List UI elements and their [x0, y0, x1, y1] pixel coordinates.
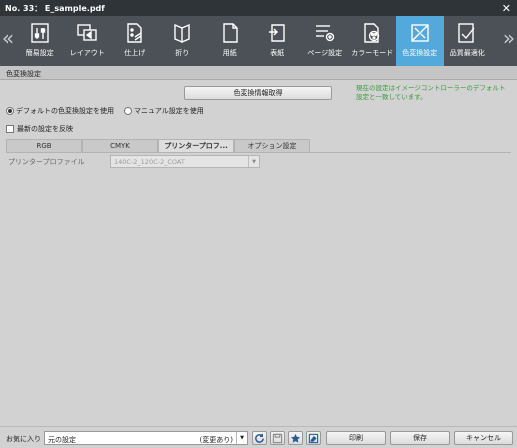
toolbar-item-cover[interactable]: 表紙 — [254, 16, 302, 66]
toolbar-item-label: 色変換設定 — [402, 49, 438, 57]
chevron-down-icon: ▼ — [236, 432, 247, 444]
chevron-down-icon: ▼ — [248, 156, 259, 167]
toolbar-item-color-conversion[interactable]: 色変換設定 — [396, 16, 444, 66]
save-favorite-button[interactable] — [270, 431, 285, 445]
toolbar-item-label: 折り — [175, 49, 190, 57]
save-button[interactable]: 保存 — [390, 431, 450, 445]
paper-icon — [223, 23, 238, 43]
toolbar-item-simple-settings[interactable]: 簡易設定 — [16, 16, 64, 66]
get-color-info-button[interactable]: 色変換情報取得 — [184, 86, 332, 100]
toolbar-item-fold[interactable]: 折り — [159, 16, 207, 66]
title-bar: No. 33： E_sample.pdf ✕ — [0, 0, 517, 16]
footer-bar: お気に入り 元の設定 (変更あり) ▼ 印刷 保存 キャンセル — [0, 426, 517, 448]
cover-icon — [269, 24, 285, 42]
scroll-right-arrow-icon[interactable]: » — [501, 16, 517, 66]
checkbox-apply-latest[interactable]: 最新の設定を反映 — [6, 124, 73, 134]
tab-option-settings[interactable]: オプション設定 — [234, 139, 310, 152]
window-title: No. 33： E_sample.pdf — [5, 3, 105, 13]
radio-label: デフォルトの色変換設定を使用 — [16, 107, 114, 115]
color-conversion-icon — [411, 24, 429, 42]
toolbar-item-label: 用紙 — [222, 49, 237, 57]
finishing-icon — [127, 23, 142, 43]
toolbar-item-label: 品質最適化 — [449, 49, 485, 57]
toolbar-item-label: 簡易設定 — [25, 49, 54, 57]
color-mode-icon — [364, 23, 380, 43]
toolbar-item-label: ページ設定 — [307, 49, 343, 57]
edit-favorite-button[interactable] — [306, 431, 321, 445]
status-message: 現在の設定はイメージコントローラーのデフォルト設定と一致しています。 — [356, 84, 506, 101]
print-button[interactable]: 印刷 — [326, 431, 386, 445]
toolbar-item-paper[interactable]: 用紙 — [206, 16, 254, 66]
favorite-star-button[interactable] — [288, 431, 303, 445]
radio-label: マニュアル設定を使用 — [134, 107, 204, 115]
radio-button[interactable] — [6, 107, 14, 115]
toolbar-item-quality-optimize[interactable]: 品質最適化 — [444, 16, 492, 66]
toolbar-item-color-mode[interactable]: カラーモード — [349, 16, 397, 66]
layout-icon — [77, 24, 97, 41]
star-icon — [290, 433, 301, 443]
cancel-button[interactable]: キャンセル — [454, 431, 513, 445]
edit-list-icon — [308, 433, 319, 443]
close-icon[interactable]: ✕ — [502, 3, 511, 14]
tab-printer-profile[interactable]: プリンタープロフ... — [158, 139, 234, 152]
toolbar-item-label: レイアウト — [69, 49, 105, 57]
favorites-label: お気に入り — [6, 435, 41, 443]
toolbar-item-label: 仕上げ — [124, 49, 146, 57]
favorites-select[interactable]: 元の設定 (変更あり) ▼ — [44, 431, 248, 445]
tab-cmyk[interactable]: CMYK — [82, 139, 158, 152]
toolbar-item-page-settings[interactable]: ページ設定 — [301, 16, 349, 66]
tab-divider — [6, 152, 511, 153]
refresh-button[interactable] — [252, 431, 267, 445]
toolbar-item-finishing[interactable]: 仕上げ — [111, 16, 159, 66]
printer-profile-value: 140C-2_120C-2_COAT — [114, 158, 185, 166]
radio-manual-settings[interactable]: マニュアル設定を使用 — [124, 106, 204, 116]
favorites-status: (変更あり) — [199, 436, 233, 444]
settings-toolbar: « 簡易設定 レイアウト 仕上げ 折り 用紙 表紙 ページ設定 カラーモード 色… — [0, 16, 517, 66]
radio-button[interactable] — [124, 107, 132, 115]
fold-icon — [174, 23, 190, 44]
tab-rgb[interactable]: RGB — [6, 139, 82, 152]
checkbox-box[interactable] — [6, 125, 14, 133]
scroll-left-arrow-icon[interactable]: « — [0, 16, 16, 66]
toolbar-item-label: カラーモード — [351, 49, 394, 57]
simple-settings-icon — [31, 23, 49, 43]
toolbar-items: 簡易設定 レイアウト 仕上げ 折り 用紙 表紙 ページ設定 カラーモード 色変換… — [16, 16, 501, 66]
checkbox-label: 最新の設定を反映 — [17, 125, 73, 133]
section-header: 色変換設定 — [0, 66, 517, 80]
favorites-value: 元の設定 — [48, 436, 76, 444]
radio-default-conversion[interactable]: デフォルトの色変換設定を使用 — [6, 106, 114, 116]
refresh-icon — [255, 433, 264, 443]
toolbar-item-layout[interactable]: レイアウト — [64, 16, 112, 66]
toolbar-item-label: 表紙 — [270, 49, 285, 57]
page-settings-icon — [315, 25, 334, 42]
tab-bar: RGB CMYK プリンタープロフ... オプション設定 — [6, 139, 310, 152]
floppy-disk-icon — [272, 433, 283, 443]
printer-profile-select[interactable]: 140C-2_120C-2_COAT ▼ — [110, 155, 260, 168]
quality-optimize-icon — [458, 23, 475, 43]
printer-profile-label: プリンタープロファイル — [8, 158, 85, 166]
